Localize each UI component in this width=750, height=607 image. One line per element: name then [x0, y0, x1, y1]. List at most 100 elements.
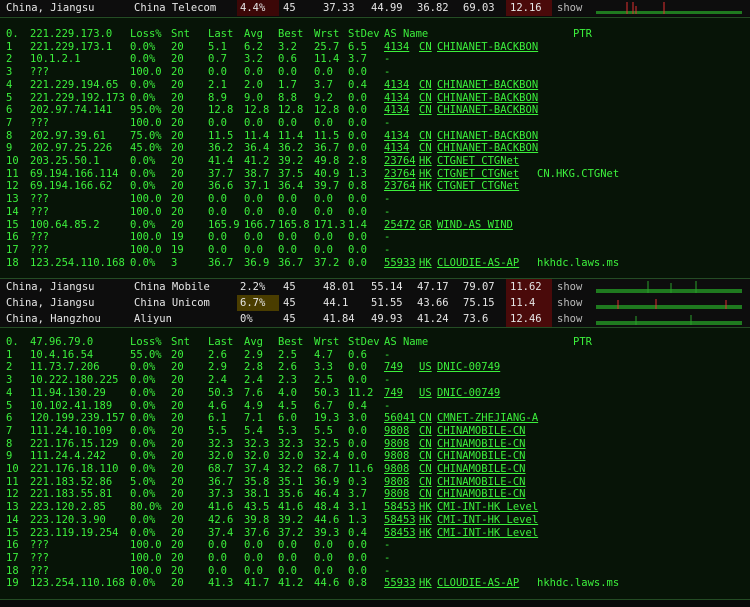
- hop-last: 8.9: [208, 91, 227, 104]
- hop-best: 32.2: [278, 463, 304, 475]
- hop-number: 9: [6, 450, 13, 463]
- hop-stdev: 0.3: [348, 475, 367, 488]
- hop-avg: 0.0: [244, 231, 263, 244]
- hop-number: 2: [6, 53, 13, 66]
- hop-loss: 0.0%: [130, 577, 156, 590]
- hop-stdev: 0.0: [348, 374, 367, 387]
- hop-as-name: CMI-INT-HK Level: [437, 513, 539, 526]
- hop-row: 5 10.102.41.189 0.0% 20 4.6 4.9 4.5 6.7 0.4 -: [0, 400, 750, 413]
- hop-avg: 0.0: [244, 66, 263, 79]
- hop-stdev: 0.0: [348, 551, 367, 564]
- hop-host: 120.199.239.157: [30, 412, 125, 425]
- hop-loss: 0.0%: [130, 424, 156, 437]
- hop-sent: 20: [171, 116, 184, 129]
- col-best: Best: [278, 28, 304, 40]
- hop-loss: 0.0%: [130, 412, 156, 425]
- hop-number: 1: [6, 348, 13, 361]
- hop-as-name: WIND-AS WIND: [437, 218, 513, 231]
- hop-avg: 35.8: [244, 475, 270, 488]
- hop-avg: 39.8: [244, 513, 270, 526]
- show-link[interactable]: show: [557, 311, 582, 327]
- hop-row: 7??? 100.0 20 0.0 0.0 0.0 0.0 0.0 -: [0, 117, 750, 130]
- hop-loss: 0.0%: [130, 399, 156, 412]
- hop-avg: 41.7: [244, 577, 270, 590]
- hop-sent: 20: [171, 142, 184, 155]
- hop-stdev: 1.3: [348, 167, 367, 180]
- hop-last: 2.9: [208, 361, 227, 374]
- hop-number: 5: [6, 91, 13, 104]
- hop-worst: 6.7: [314, 399, 333, 412]
- hop-stdev: 11.6: [348, 463, 374, 475]
- hop-avg: 32.0: [244, 450, 270, 463]
- hop-loss: 80.0%: [130, 501, 162, 514]
- avg-value: 51.55: [371, 297, 403, 309]
- hop-as-number: -: [384, 539, 391, 552]
- hop-loss: 0.0%: [130, 40, 156, 53]
- hop-avg: 4.9: [244, 399, 263, 412]
- show-link[interactable]: show: [557, 295, 582, 311]
- hop-stdev: 0.0: [348, 91, 367, 104]
- hop-row: 7 111.24.10.109 0.0% 20 5.5 5.4 5.3 5.5 0.0 9808 C…: [0, 425, 750, 438]
- hop-number: 3: [6, 66, 13, 79]
- hop-number: 17: [6, 243, 19, 256]
- worst-value: 73.6: [463, 313, 489, 325]
- hop-as-number: 58453: [384, 526, 416, 539]
- hop-avg: 12.8: [244, 104, 270, 117]
- hop-as-name: CHINAMOBILE-CN: [437, 424, 526, 437]
- hop-loss: 0.0%: [130, 374, 156, 387]
- hop-loss: 100.0: [130, 539, 162, 552]
- hop-sent: 20: [171, 180, 184, 193]
- hop-host: 203.25.50.1: [30, 155, 100, 167]
- hop-sent: 20: [171, 193, 184, 206]
- show-link[interactable]: show: [557, 279, 582, 295]
- hop-best: 36.7: [278, 256, 304, 269]
- hop-number: 8: [6, 129, 13, 142]
- hop-number: 19: [6, 577, 19, 590]
- hop-as-number: 9808: [384, 488, 410, 501]
- hop-worst: 32.5: [314, 437, 340, 450]
- hop-best: 32.0: [278, 450, 304, 463]
- hop-row: 13??? 100.0 20 0.0 0.0 0.0 0.0 0.0 -: [0, 193, 750, 206]
- hop-host: 221.183.52.86: [30, 475, 113, 488]
- hop-country: CN: [419, 91, 432, 104]
- best-value: 36.82: [417, 2, 449, 14]
- target-host: 47.96.79.0: [30, 336, 94, 348]
- hop-row: 15 223.119.19.254 0.0% 20 37.4 37.6 37.2 39.3 0.…: [0, 527, 750, 540]
- hop-worst: 39.3: [314, 526, 340, 539]
- worst-value: 69.03: [463, 2, 495, 14]
- hop-as-number: 4134: [384, 40, 410, 53]
- hop-stdev: 0.0: [348, 243, 367, 256]
- hop-row: 14??? 100.0 20 0.0 0.0 0.0 0.0 0.0 -: [0, 206, 750, 219]
- show-link[interactable]: show: [557, 0, 582, 16]
- hop-host: ???: [30, 231, 49, 244]
- sent-value: 45: [283, 2, 296, 14]
- best-value: 47.17: [417, 281, 449, 293]
- hop-number: 15: [6, 526, 19, 539]
- hop-host: 69.194.166.114: [30, 167, 119, 180]
- hop-index: 0.: [6, 28, 19, 40]
- col-wrst: Wrst: [314, 28, 340, 40]
- hop-worst: 36.7: [314, 142, 340, 155]
- hop-number: 6: [6, 412, 13, 425]
- hop-best: 35.6: [278, 488, 304, 501]
- hop-worst: 5.5: [314, 424, 333, 437]
- hop-country: US: [419, 361, 432, 374]
- hop-row: 3 10.222.180.225 0.0% 20 2.4 2.4 2.3 2.5 0.0 -: [0, 374, 750, 387]
- col-asname: AS Name: [384, 336, 429, 348]
- hop-number: 14: [6, 205, 19, 218]
- best-value: 43.66: [417, 297, 449, 309]
- hop-loss: 0.0%: [130, 155, 156, 167]
- hop-country: US: [419, 386, 432, 399]
- stdev-value: 11.62: [510, 281, 542, 293]
- hop-avg: 7.6: [244, 386, 263, 399]
- hop-index: 0.: [6, 336, 19, 348]
- hop-loss: 0.0%: [130, 526, 156, 539]
- hop-host: ???: [30, 116, 49, 129]
- hop-ptr: hkhdc.laws.ms: [537, 577, 620, 590]
- hop-last: 0.0: [208, 564, 227, 577]
- hop-as-number: -: [384, 231, 391, 244]
- hop-stdev: 0.8: [348, 577, 367, 590]
- hop-row: 1 10.4.16.54 55.0% 20 2.6 2.9 2.5 4.7 0.6 -: [0, 349, 750, 362]
- hop-as-number: 58453: [384, 513, 416, 526]
- hop-best: 35.1: [278, 475, 304, 488]
